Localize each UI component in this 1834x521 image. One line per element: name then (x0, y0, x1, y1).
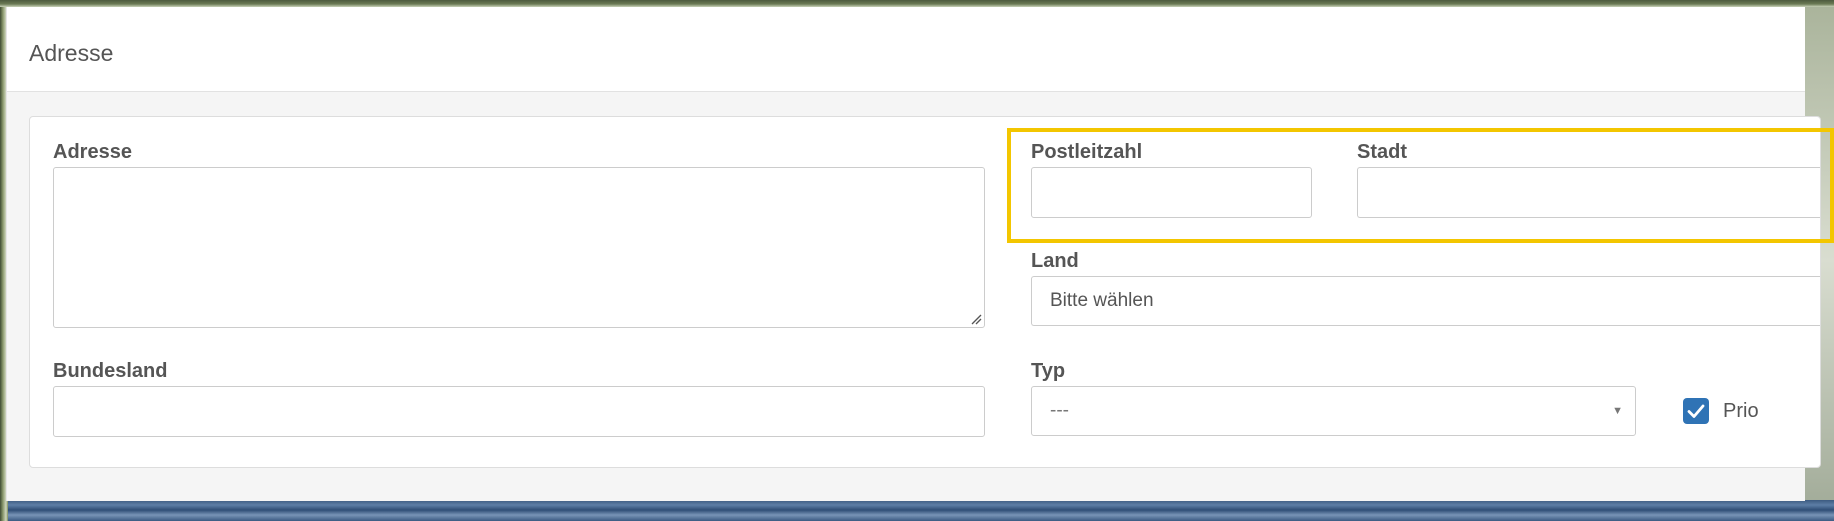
prio-checkbox[interactable] (1683, 398, 1709, 424)
city-input[interactable] (1357, 167, 1820, 218)
state-label: Bundesland (53, 360, 168, 382)
country-label: Land (1031, 250, 1079, 272)
postal-code-label: Postleitzahl (1031, 141, 1143, 163)
chevron-down-icon: ▼ (1612, 405, 1623, 417)
resize-grip-icon[interactable] (970, 313, 982, 325)
address-label: Adresse (53, 141, 132, 163)
address-textarea[interactable] (53, 167, 985, 328)
country-select[interactable]: Bitte wählen (1031, 276, 1820, 326)
address-panel: Adresse Adresse Postleitzahl Stadt Land … (6, 7, 1821, 501)
state-input[interactable] (53, 386, 985, 437)
panel-title: Adresse (29, 40, 114, 66)
type-select[interactable]: --- ▼ (1031, 386, 1636, 436)
type-label: Typ (1031, 360, 1066, 382)
postal-code-input[interactable] (1031, 167, 1312, 218)
prio-label[interactable]: Prio (1723, 400, 1759, 423)
city-label: Stadt (1357, 141, 1407, 163)
country-selected-value: Bitte wählen (1050, 290, 1154, 311)
panel-header: Adresse (7, 7, 1805, 92)
address-form: Adresse Postleitzahl Stadt Land Bitte wä… (29, 116, 1821, 468)
checkmark-icon (1687, 404, 1705, 418)
type-selected-value: --- (1050, 400, 1069, 421)
